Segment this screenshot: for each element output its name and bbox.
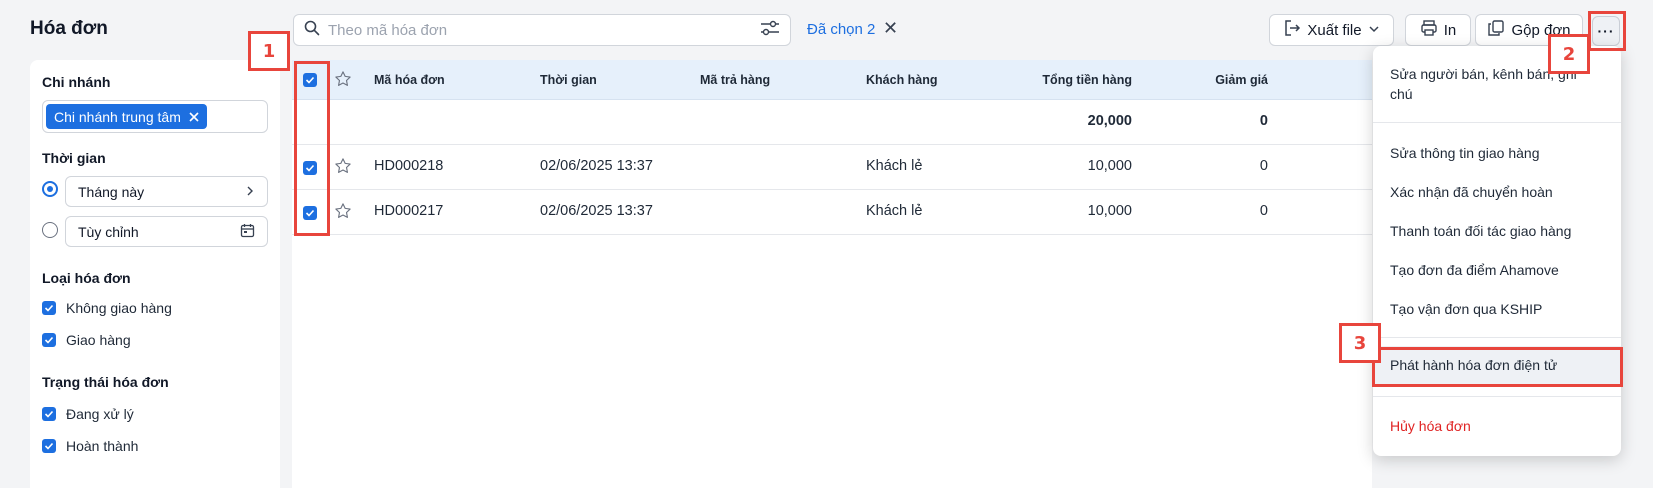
summary-total: 20,000 — [1087, 113, 1132, 129]
invoice-time: 02/06/2025 13:37 — [540, 158, 653, 174]
menu-divider — [1373, 122, 1621, 123]
copy-icon — [1487, 19, 1505, 41]
custom-date-field[interactable]: Tùy chỉnh — [65, 216, 268, 247]
annotation-box-more-button — [1588, 11, 1626, 51]
column-header-total[interactable]: Tổng tiền hàng — [1042, 73, 1132, 87]
menu-item-pay-shipping-partner[interactable]: Thanh toán đối tác giao hàng — [1373, 221, 1621, 241]
search-input[interactable] — [328, 21, 760, 39]
column-header-return-code[interactable]: Mã trả hàng — [700, 73, 770, 87]
customer-name: Khách lẻ — [866, 158, 923, 174]
export-file-label: Xuất file — [1307, 21, 1362, 39]
star-icon[interactable] — [334, 70, 352, 93]
branch-tag-label: Chi nhánh trung tâm — [54, 108, 181, 125]
column-header-time[interactable]: Thời gian — [540, 73, 597, 87]
invoice-total: 10,000 — [1087, 158, 1132, 174]
invoice-table: Mã hóa đơn Thời gian Mã trả hàng Khách h… — [292, 60, 1372, 488]
print-button[interactable]: In — [1405, 14, 1471, 46]
branch-select[interactable]: Chi nhánh trung tâm — [42, 100, 268, 133]
checkbox-completed[interactable]: Hoàn thành — [42, 438, 138, 454]
checkbox-checked-icon — [42, 333, 56, 347]
chevron-down-icon — [1368, 22, 1380, 39]
time-preset-value: Tháng này — [78, 183, 145, 200]
radio-custom[interactable] — [42, 222, 58, 238]
column-header-customer[interactable]: Khách hàng — [866, 73, 938, 87]
search-bar[interactable] — [293, 14, 791, 46]
checkbox-no-delivery[interactable]: Không giao hàng — [42, 300, 172, 316]
checkbox-processing[interactable]: Đang xử lý — [42, 406, 134, 422]
checkbox-checked-icon — [42, 439, 56, 453]
table-row[interactable]: HD000218 02/06/2025 13:37 Khách lẻ 10,00… — [292, 145, 1372, 190]
summary-row: 20,000 0 — [292, 100, 1372, 145]
export-icon — [1283, 19, 1301, 41]
summary-discount: 0 — [1259, 113, 1268, 129]
menu-divider — [1373, 337, 1621, 338]
invoice-status-heading: Trạng thái hóa đơn — [42, 374, 169, 390]
custom-date-value: Tùy chỉnh — [78, 223, 139, 240]
print-label: In — [1443, 21, 1457, 39]
filter-settings-icon[interactable] — [760, 20, 780, 41]
menu-item-ahamove-multi[interactable]: Tạo đơn đa điểm Ahamove — [1373, 260, 1621, 280]
chevron-right-icon — [245, 184, 255, 200]
checkbox-label: Giao hàng — [66, 332, 131, 348]
annotation-box-einvoice — [1372, 347, 1623, 387]
checkbox-checked-icon — [42, 407, 56, 421]
menu-item-kship-waybill[interactable]: Tạo vận đơn qua KSHIP — [1373, 299, 1621, 319]
annotation-label-3: 3 — [1339, 323, 1381, 363]
star-icon[interactable] — [334, 202, 352, 225]
export-file-button[interactable]: Xuất file — [1269, 14, 1394, 46]
annotation-label-1: 1 — [248, 31, 290, 71]
more-options-menu: Sửa người bán, kênh bán, ghi chú Sửa thô… — [1373, 46, 1621, 456]
time-preset-select[interactable]: Tháng này — [65, 176, 268, 207]
invoice-total: 10,000 — [1087, 203, 1132, 219]
search-icon — [304, 20, 320, 41]
page-title: Hóa đơn — [30, 18, 108, 39]
clear-selection-icon[interactable]: ✕ — [883, 18, 898, 38]
invoice-type-heading: Loại hóa đơn — [42, 270, 131, 286]
radio-this-month[interactable] — [42, 181, 58, 197]
checkbox-label: Hoàn thành — [66, 438, 139, 454]
filter-sidebar: Chi nhánh Chi nhánh trung tâm Thời gian … — [30, 60, 280, 488]
menu-item-cancel-invoice[interactable]: Hủy hóa đơn — [1373, 416, 1621, 436]
checkbox-checked-icon — [42, 301, 56, 315]
branch-heading: Chi nhánh — [42, 74, 111, 90]
branch-tag: Chi nhánh trung tâm — [46, 104, 207, 129]
column-header-code[interactable]: Mã hóa đơn — [374, 73, 445, 87]
calendar-icon[interactable] — [240, 223, 255, 241]
invoice-code[interactable]: HD000218 — [374, 158, 443, 174]
invoice-time: 02/06/2025 13:37 — [540, 203, 653, 219]
star-icon[interactable] — [334, 157, 352, 180]
printer-icon — [1420, 19, 1438, 41]
checkbox-delivery[interactable]: Giao hàng — [42, 332, 131, 348]
menu-divider — [1373, 396, 1621, 397]
table-row[interactable]: HD000217 02/06/2025 13:37 Khách lẻ 10,00… — [292, 190, 1372, 235]
column-header-discount[interactable]: Giảm giá — [1215, 73, 1268, 87]
table-header: Mã hóa đơn Thời gian Mã trả hàng Khách h… — [292, 60, 1372, 100]
invoice-code[interactable]: HD000217 — [374, 203, 443, 219]
annotation-label-2: 2 — [1548, 34, 1590, 74]
time-heading: Thời gian — [42, 150, 106, 166]
menu-item-edit-shipping[interactable]: Sửa thông tin giao hàng — [1373, 143, 1621, 163]
selected-count-link[interactable]: Đã chọn 2 — [807, 21, 875, 38]
checkbox-label: Không giao hàng — [66, 300, 172, 316]
invoice-discount: 0 — [1259, 158, 1268, 174]
menu-item-confirm-return[interactable]: Xác nhận đã chuyển hoàn — [1373, 182, 1621, 202]
checkbox-label: Đang xử lý — [66, 406, 134, 422]
remove-tag-icon[interactable] — [189, 109, 199, 125]
invoice-discount: 0 — [1259, 203, 1268, 219]
customer-name: Khách lẻ — [866, 203, 923, 219]
annotation-box-checkboxes — [294, 61, 330, 236]
